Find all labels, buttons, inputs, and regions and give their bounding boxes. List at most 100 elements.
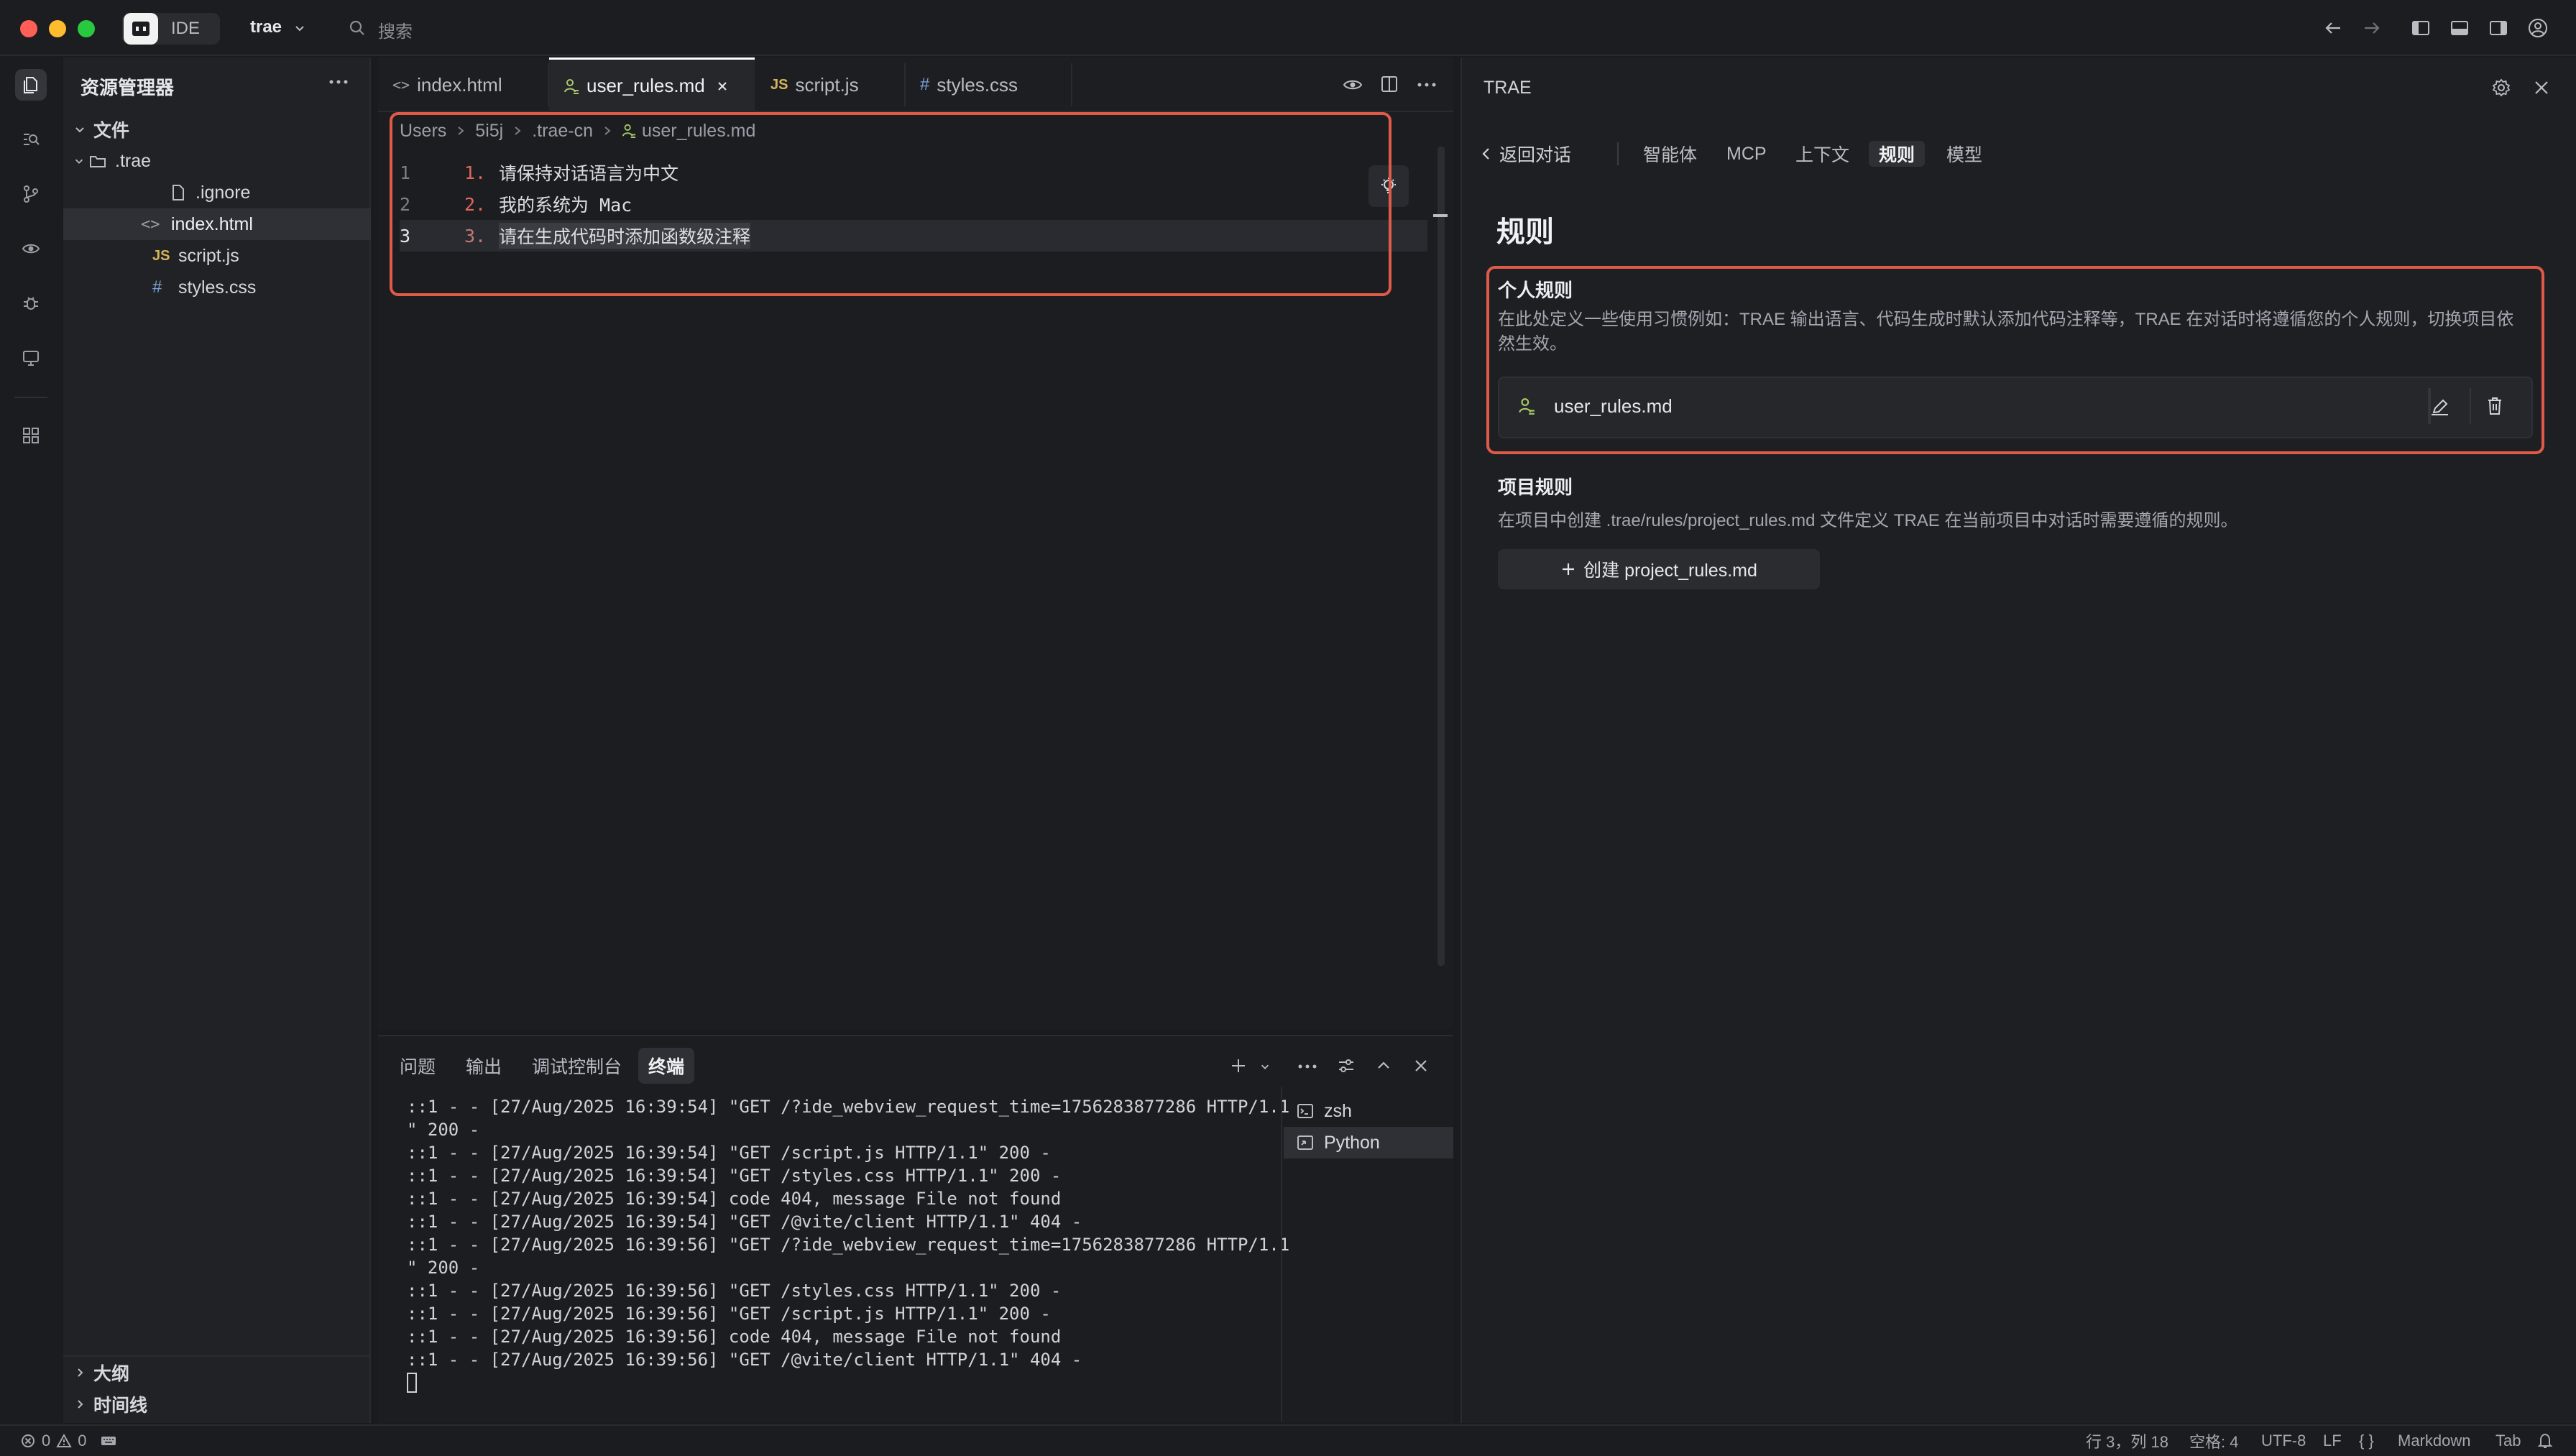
debug-icon[interactable] <box>15 287 47 319</box>
encoding[interactable]: UTF-8 <box>2261 1430 2306 1452</box>
search-files-icon[interactable] <box>15 124 47 155</box>
error-icon <box>20 1433 36 1449</box>
close-window-button[interactable] <box>20 20 37 37</box>
tab-styles-css[interactable]: # styles.css <box>906 57 1071 112</box>
tree-item-label: .trae <box>115 150 152 171</box>
nav-context[interactable]: 上下文 <box>1785 141 1859 167</box>
outline-label: 大纲 <box>93 1364 130 1384</box>
source-control-icon[interactable] <box>15 178 47 210</box>
terminal-line: ::1 - - [27/Aug/2025 16:39:54] code 404,… <box>407 1189 1062 1209</box>
html-icon: <> <box>392 76 410 93</box>
tab-script-js[interactable]: JS script.js <box>756 57 904 112</box>
split-editor-icon[interactable] <box>1380 75 1399 93</box>
language-mode[interactable]: Markdown <box>2398 1430 2470 1452</box>
search-icon[interactable] <box>348 19 367 37</box>
tree-item-ignore[interactable]: .ignore <box>63 177 371 208</box>
toggle-left-sidebar-icon[interactable] <box>2411 19 2431 37</box>
settings-gear-icon[interactable] <box>2491 78 2511 98</box>
tree-root-files[interactable]: 文件 <box>63 114 371 145</box>
tree-item-script-js[interactable]: JS script.js <box>63 240 371 272</box>
editor-scrollbar[interactable] <box>1438 147 1445 966</box>
panel-tab-terminal[interactable]: 终端 <box>638 1048 695 1084</box>
edit-rule-icon[interactable] <box>2429 397 2451 417</box>
explorer-icon[interactable] <box>15 69 47 101</box>
more-actions-icon[interactable] <box>328 75 349 89</box>
back-arrow-icon[interactable] <box>2323 19 2343 37</box>
create-project-rules-button[interactable]: 创建 project_rules.md <box>1498 549 1820 589</box>
tree-item-label: styles.css <box>178 277 257 298</box>
new-terminal-icon[interactable] <box>1229 1056 1248 1075</box>
chevron-down-icon[interactable] <box>293 22 306 34</box>
close-panel-icon[interactable] <box>2533 79 2550 96</box>
trae-panel <box>1460 57 2576 1423</box>
terminal-line: ::1 - - [27/Aug/2025 16:39:54] "GET /scr… <box>407 1143 1051 1163</box>
terminal-line: " 200 - <box>407 1120 480 1140</box>
nav-mcp[interactable]: MCP <box>1716 141 1777 167</box>
html-icon: <> <box>141 215 160 234</box>
maximize-window-button[interactable] <box>78 20 95 37</box>
chevron-down-icon <box>73 123 93 136</box>
open-preview-icon[interactable] <box>1343 76 1363 93</box>
tree-item-index-html[interactable]: <> index.html <box>63 208 371 240</box>
tab-user-rules-md[interactable]: user_rules.md <box>549 57 755 112</box>
delete-rule-icon[interactable] <box>2485 395 2504 417</box>
toggle-right-sidebar-icon[interactable] <box>2488 19 2508 37</box>
end-of-line[interactable]: LF <box>2323 1430 2342 1452</box>
nav-rules[interactable]: 规则 <box>1869 141 1926 167</box>
remote-explorer-icon[interactable] <box>15 342 47 374</box>
nav-agents[interactable]: 智能体 <box>1633 141 1707 167</box>
close-panel-icon[interactable] <box>1412 1056 1430 1075</box>
forward-arrow-icon[interactable] <box>2362 19 2382 37</box>
terminal-item-zsh[interactable]: zsh <box>1284 1095 1453 1127</box>
tree-item-styles-css[interactable]: # styles.css <box>63 272 371 303</box>
cursor-position[interactable]: 行 3，列 18 <box>2086 1430 2168 1452</box>
minimize-window-button[interactable] <box>49 20 66 37</box>
close-tab-icon[interactable] <box>717 80 728 92</box>
project-rules-description: 在项目中创建 .trae/rules/project_rules.md 文件定义… <box>1498 511 2238 530</box>
project-name[interactable]: trae <box>250 17 282 37</box>
panel-settings-icon[interactable] <box>1337 1056 1356 1075</box>
timeline-section[interactable]: 时间线 <box>63 1388 371 1420</box>
rules-heading: 规则 <box>1496 216 1554 248</box>
user-rules-file-name: user_rules.md <box>1554 395 1673 417</box>
search-input[interactable]: 搜索 <box>378 17 413 42</box>
nav-models[interactable]: 模型 <box>1936 141 1992 167</box>
indentation[interactable]: 空格: 4 <box>2189 1430 2238 1452</box>
terminal-list-divider <box>1281 1087 1282 1422</box>
notifications-bell-icon[interactable] <box>2537 1430 2553 1452</box>
terminal-line: " 200 - <box>407 1258 480 1278</box>
css-icon: # <box>920 75 930 94</box>
tree-item-trae-folder[interactable]: .trae <box>63 145 371 177</box>
preview-eye-icon[interactable] <box>15 233 47 264</box>
problems-indicator[interactable]: 0 0 <box>20 1430 117 1452</box>
warning-count: 0 <box>78 1432 87 1450</box>
editor-more-icon[interactable] <box>1416 78 1438 92</box>
tree-item-label: .ignore <box>196 182 251 203</box>
terminal-line: ::1 - - [27/Aug/2025 16:39:56] code 404,… <box>407 1327 1062 1347</box>
panel-tab-output[interactable]: 输出 <box>456 1048 512 1084</box>
toggle-panel-icon[interactable] <box>2450 19 2470 37</box>
panel-more-icon[interactable] <box>1297 1059 1318 1074</box>
maximize-panel-icon[interactable] <box>1374 1056 1393 1075</box>
outline-section[interactable]: 大纲 <box>63 1357 371 1388</box>
trae-logo-icon <box>124 13 158 45</box>
language-config[interactable]: { } <box>2359 1430 2374 1452</box>
tab-label: index.html <box>417 73 502 96</box>
account-icon[interactable] <box>2527 17 2549 39</box>
panel-tab-problems[interactable]: 问题 <box>390 1048 446 1084</box>
extensions-icon[interactable] <box>15 420 47 451</box>
back-to-chat-button[interactable]: 返回对话 <box>1481 141 1571 167</box>
tab-mode[interactable]: Tab <box>2496 1430 2521 1452</box>
terminal-cursor[interactable] <box>407 1373 417 1393</box>
terminal-line: ::1 - - [27/Aug/2025 16:39:56] "GET /sty… <box>407 1281 1062 1301</box>
create-button-label: 创建 project_rules.md <box>1583 561 1757 581</box>
error-count: 0 <box>42 1432 51 1450</box>
tab-index-html[interactable]: <> index.html <box>378 57 548 112</box>
project-rules-title: 项目规则 <box>1498 476 1573 498</box>
user-rules-icon <box>564 78 579 95</box>
panel-tab-debug-console[interactable]: 调试控制台 <box>522 1048 632 1084</box>
chevron-right-icon <box>73 1366 93 1379</box>
tree-root-label: 文件 <box>93 121 130 141</box>
terminal-item-python[interactable]: Python <box>1284 1127 1453 1158</box>
chevron-down-icon[interactable] <box>1259 1061 1271 1072</box>
